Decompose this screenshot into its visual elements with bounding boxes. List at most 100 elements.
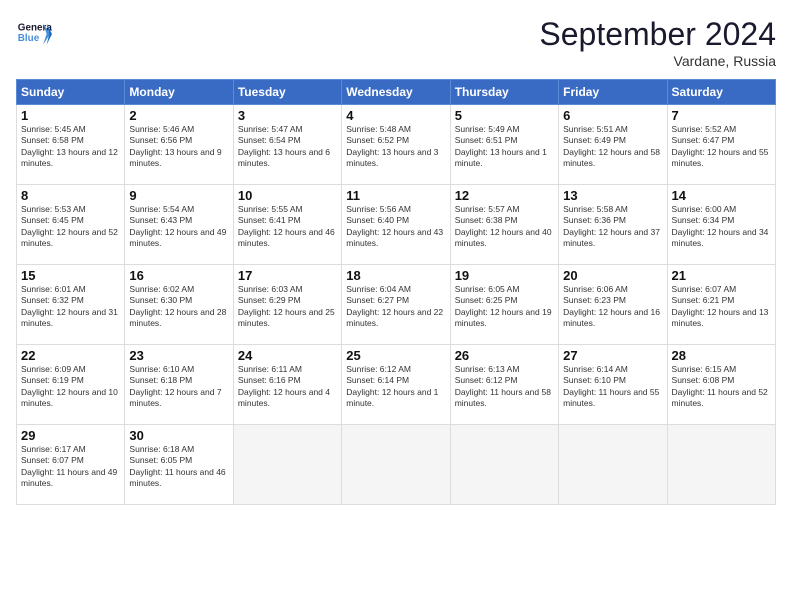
day-info: Sunrise: 5:52 AMSunset: 6:47 PMDaylight:… <box>672 124 771 170</box>
day-info: Sunrise: 6:17 AMSunset: 6:07 PMDaylight:… <box>21 444 120 490</box>
table-cell <box>559 425 667 505</box>
header-row: Sunday Monday Tuesday Wednesday Thursday… <box>17 80 776 105</box>
day-number: 28 <box>672 348 771 363</box>
table-cell: 1Sunrise: 5:45 AMSunset: 6:58 PMDaylight… <box>17 105 125 185</box>
table-cell: 25Sunrise: 6:12 AMSunset: 6:14 PMDayligh… <box>342 345 450 425</box>
day-number: 17 <box>238 268 337 283</box>
table-cell: 27Sunrise: 6:14 AMSunset: 6:10 PMDayligh… <box>559 345 667 425</box>
table-cell: 4Sunrise: 5:48 AMSunset: 6:52 PMDaylight… <box>342 105 450 185</box>
table-cell: 3Sunrise: 5:47 AMSunset: 6:54 PMDaylight… <box>233 105 341 185</box>
calendar-page: General Blue September 2024 Vardane, Rus… <box>0 0 792 612</box>
col-sunday: Sunday <box>17 80 125 105</box>
table-cell: 18Sunrise: 6:04 AMSunset: 6:27 PMDayligh… <box>342 265 450 345</box>
day-number: 9 <box>129 188 228 203</box>
day-info: Sunrise: 6:10 AMSunset: 6:18 PMDaylight:… <box>129 364 228 410</box>
table-cell: 13Sunrise: 5:58 AMSunset: 6:36 PMDayligh… <box>559 185 667 265</box>
day-info: Sunrise: 5:55 AMSunset: 6:41 PMDaylight:… <box>238 204 337 250</box>
day-number: 5 <box>455 108 554 123</box>
day-info: Sunrise: 6:06 AMSunset: 6:23 PMDaylight:… <box>563 284 662 330</box>
table-cell: 12Sunrise: 5:57 AMSunset: 6:38 PMDayligh… <box>450 185 558 265</box>
day-info: Sunrise: 5:53 AMSunset: 6:45 PMDaylight:… <box>21 204 120 250</box>
day-number: 13 <box>563 188 662 203</box>
table-row: 8Sunrise: 5:53 AMSunset: 6:45 PMDaylight… <box>17 185 776 265</box>
day-info: Sunrise: 6:02 AMSunset: 6:30 PMDaylight:… <box>129 284 228 330</box>
day-number: 2 <box>129 108 228 123</box>
day-info: Sunrise: 6:11 AMSunset: 6:16 PMDaylight:… <box>238 364 337 410</box>
day-info: Sunrise: 5:48 AMSunset: 6:52 PMDaylight:… <box>346 124 445 170</box>
day-number: 6 <box>563 108 662 123</box>
day-number: 24 <box>238 348 337 363</box>
col-tuesday: Tuesday <box>233 80 341 105</box>
table-cell: 15Sunrise: 6:01 AMSunset: 6:32 PMDayligh… <box>17 265 125 345</box>
day-info: Sunrise: 6:04 AMSunset: 6:27 PMDaylight:… <box>346 284 445 330</box>
day-info: Sunrise: 6:01 AMSunset: 6:32 PMDaylight:… <box>21 284 120 330</box>
day-number: 10 <box>238 188 337 203</box>
day-number: 16 <box>129 268 228 283</box>
location: Vardane, Russia <box>539 53 776 69</box>
day-info: Sunrise: 5:54 AMSunset: 6:43 PMDaylight:… <box>129 204 228 250</box>
table-cell: 19Sunrise: 6:05 AMSunset: 6:25 PMDayligh… <box>450 265 558 345</box>
table-row: 22Sunrise: 6:09 AMSunset: 6:19 PMDayligh… <box>17 345 776 425</box>
col-thursday: Thursday <box>450 80 558 105</box>
day-info: Sunrise: 6:18 AMSunset: 6:05 PMDaylight:… <box>129 444 228 490</box>
day-number: 29 <box>21 428 120 443</box>
day-info: Sunrise: 6:15 AMSunset: 6:08 PMDaylight:… <box>672 364 771 410</box>
table-cell: 7Sunrise: 5:52 AMSunset: 6:47 PMDaylight… <box>667 105 775 185</box>
day-info: Sunrise: 5:45 AMSunset: 6:58 PMDaylight:… <box>21 124 120 170</box>
table-row: 1Sunrise: 5:45 AMSunset: 6:58 PMDaylight… <box>17 105 776 185</box>
table-cell: 5Sunrise: 5:49 AMSunset: 6:51 PMDaylight… <box>450 105 558 185</box>
table-cell: 17Sunrise: 6:03 AMSunset: 6:29 PMDayligh… <box>233 265 341 345</box>
table-cell: 2Sunrise: 5:46 AMSunset: 6:56 PMDaylight… <box>125 105 233 185</box>
day-info: Sunrise: 6:07 AMSunset: 6:21 PMDaylight:… <box>672 284 771 330</box>
table-cell <box>450 425 558 505</box>
title-block: September 2024 Vardane, Russia <box>539 16 776 69</box>
day-number: 7 <box>672 108 771 123</box>
day-number: 21 <box>672 268 771 283</box>
table-cell: 29Sunrise: 6:17 AMSunset: 6:07 PMDayligh… <box>17 425 125 505</box>
table-cell <box>233 425 341 505</box>
day-number: 15 <box>21 268 120 283</box>
day-number: 14 <box>672 188 771 203</box>
day-info: Sunrise: 6:09 AMSunset: 6:19 PMDaylight:… <box>21 364 120 410</box>
day-number: 20 <box>563 268 662 283</box>
day-number: 19 <box>455 268 554 283</box>
day-info: Sunrise: 6:03 AMSunset: 6:29 PMDaylight:… <box>238 284 337 330</box>
day-info: Sunrise: 5:58 AMSunset: 6:36 PMDaylight:… <box>563 204 662 250</box>
day-info: Sunrise: 6:13 AMSunset: 6:12 PMDaylight:… <box>455 364 554 410</box>
col-wednesday: Wednesday <box>342 80 450 105</box>
col-monday: Monday <box>125 80 233 105</box>
table-cell: 14Sunrise: 6:00 AMSunset: 6:34 PMDayligh… <box>667 185 775 265</box>
table-cell <box>667 425 775 505</box>
day-info: Sunrise: 6:00 AMSunset: 6:34 PMDaylight:… <box>672 204 771 250</box>
day-number: 27 <box>563 348 662 363</box>
day-info: Sunrise: 5:49 AMSunset: 6:51 PMDaylight:… <box>455 124 554 170</box>
table-cell: 24Sunrise: 6:11 AMSunset: 6:16 PMDayligh… <box>233 345 341 425</box>
logo-icon: General Blue <box>16 16 52 52</box>
day-number: 12 <box>455 188 554 203</box>
table-cell: 10Sunrise: 5:55 AMSunset: 6:41 PMDayligh… <box>233 185 341 265</box>
table-cell: 8Sunrise: 5:53 AMSunset: 6:45 PMDaylight… <box>17 185 125 265</box>
day-number: 26 <box>455 348 554 363</box>
day-number: 18 <box>346 268 445 283</box>
day-number: 1 <box>21 108 120 123</box>
table-cell: 9Sunrise: 5:54 AMSunset: 6:43 PMDaylight… <box>125 185 233 265</box>
day-number: 4 <box>346 108 445 123</box>
header: General Blue September 2024 Vardane, Rus… <box>16 16 776 69</box>
day-info: Sunrise: 5:46 AMSunset: 6:56 PMDaylight:… <box>129 124 228 170</box>
day-info: Sunrise: 6:05 AMSunset: 6:25 PMDaylight:… <box>455 284 554 330</box>
table-cell: 28Sunrise: 6:15 AMSunset: 6:08 PMDayligh… <box>667 345 775 425</box>
day-info: Sunrise: 5:47 AMSunset: 6:54 PMDaylight:… <box>238 124 337 170</box>
table-cell: 6Sunrise: 5:51 AMSunset: 6:49 PMDaylight… <box>559 105 667 185</box>
day-info: Sunrise: 5:57 AMSunset: 6:38 PMDaylight:… <box>455 204 554 250</box>
day-number: 3 <box>238 108 337 123</box>
day-number: 25 <box>346 348 445 363</box>
day-number: 23 <box>129 348 228 363</box>
col-saturday: Saturday <box>667 80 775 105</box>
table-cell: 11Sunrise: 5:56 AMSunset: 6:40 PMDayligh… <box>342 185 450 265</box>
day-info: Sunrise: 5:56 AMSunset: 6:40 PMDaylight:… <box>346 204 445 250</box>
day-info: Sunrise: 6:14 AMSunset: 6:10 PMDaylight:… <box>563 364 662 410</box>
day-info: Sunrise: 5:51 AMSunset: 6:49 PMDaylight:… <box>563 124 662 170</box>
col-friday: Friday <box>559 80 667 105</box>
day-number: 8 <box>21 188 120 203</box>
day-info: Sunrise: 6:12 AMSunset: 6:14 PMDaylight:… <box>346 364 445 410</box>
